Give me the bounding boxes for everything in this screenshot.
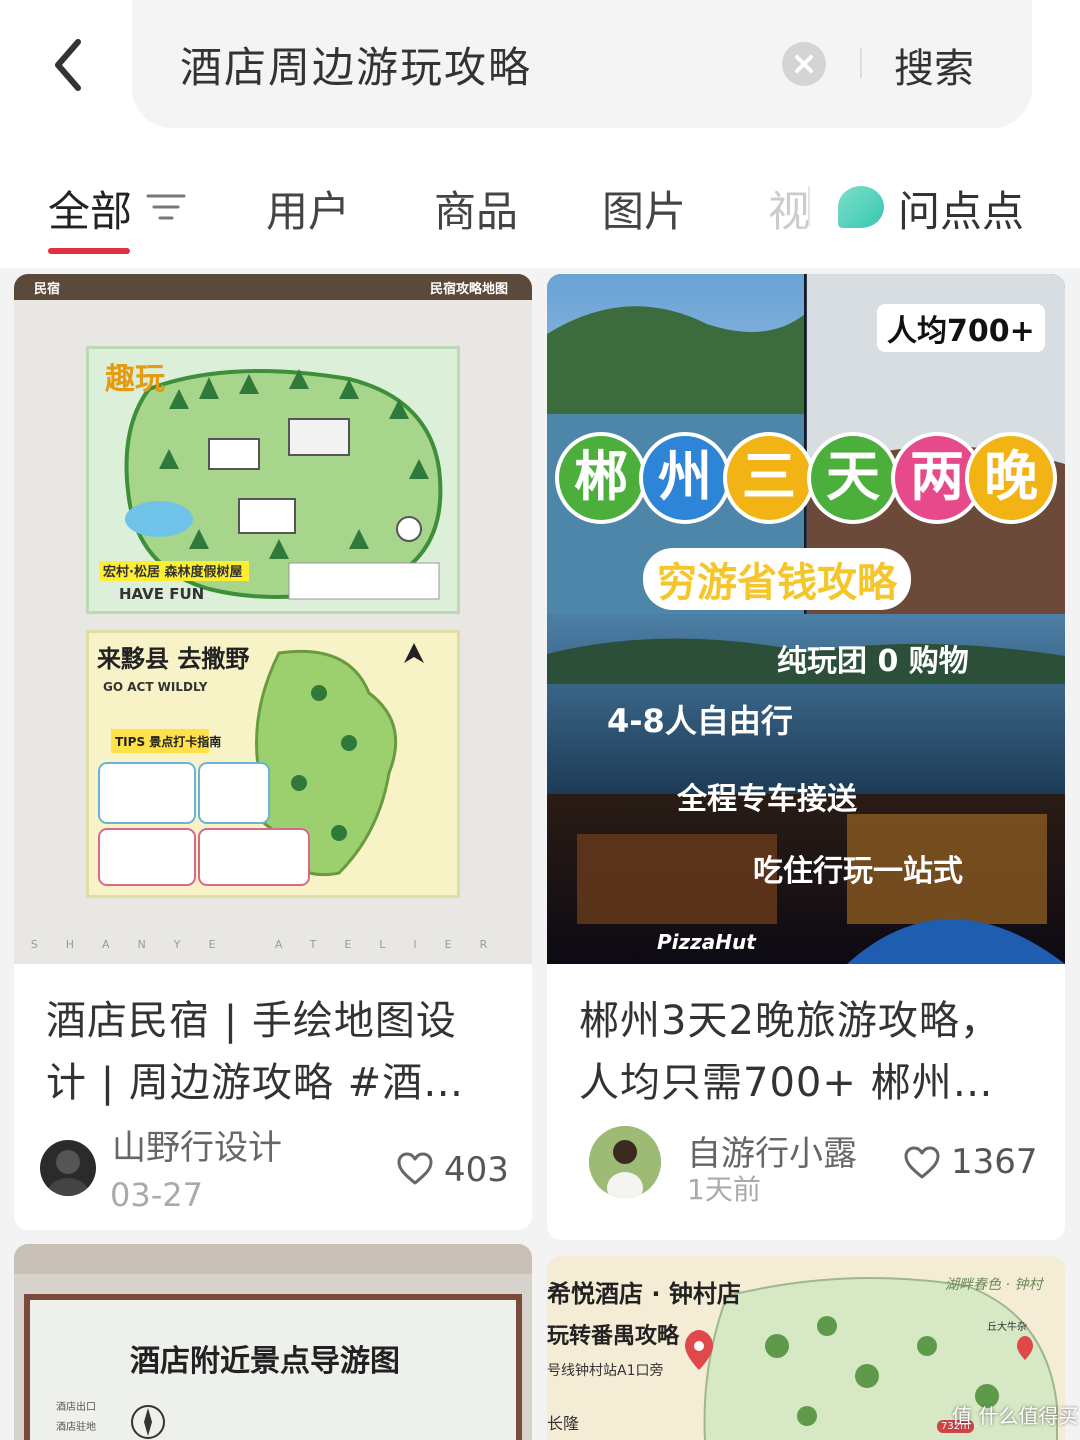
legend-item: 酒店出口 xyxy=(56,1402,96,1413)
active-tab-indicator xyxy=(48,248,130,254)
map1-title: 趣玩 xyxy=(105,362,165,397)
cover-line: 希悦酒店 · 钟村店 xyxy=(547,1280,741,1308)
cover-brand: PizzaHut xyxy=(657,930,756,954)
clear-search-button[interactable] xyxy=(782,42,826,86)
county-map-illustration: 来黟县 去撒野 GO ACT WILDLY TIPS 景点打卡指南 xyxy=(97,643,424,886)
guide-board-heading: 酒店附近景点导游图 xyxy=(130,1344,400,1379)
filter-icon[interactable] xyxy=(146,192,186,222)
card-cover-image[interactable]: 民宿 民宿攻略地图 趣玩 宏村·松居 森林度假树屋 HAVE FUN 来黟县 去… xyxy=(14,274,532,964)
avatar-image xyxy=(48,1150,88,1196)
illustrated-map-bottom: 来黟县 去撒野 GO ACT WILDLY TIPS 景点打卡指南 xyxy=(86,630,460,898)
card-title[interactable]: 郴州3天2晚旅游攻略， 人均只需700+ 郴州… xyxy=(579,990,1001,1114)
site-watermark: 值 什么值得买 xyxy=(952,1404,1079,1428)
legend-item: 酒店驻地 xyxy=(56,1422,96,1433)
card-cover-image[interactable]: 人均700+ 郴 州 三 天 两 晚 穷游省钱攻略 纯玩团 0 购物 4-8人自… xyxy=(547,274,1065,964)
price-tag: 人均700+ xyxy=(877,304,1045,352)
cover-tag: 全程专车接送 xyxy=(677,782,857,817)
like-count: 1367 xyxy=(951,1142,1038,1182)
tab-separator xyxy=(808,186,810,226)
wendiandian-icon[interactable] xyxy=(838,186,884,228)
post-date: 1天前 xyxy=(687,1173,761,1206)
card-cover-image[interactable]: 酒店附近景点导游图 酒店出口 酒店驻地 xyxy=(14,1244,532,1440)
avatar-image xyxy=(589,1126,661,1198)
back-button[interactable] xyxy=(40,30,100,100)
compass-icon xyxy=(131,1405,165,1439)
cover-tag: 吃住行玩一站式 xyxy=(753,854,963,889)
title-bubble: 天 xyxy=(807,432,899,524)
card-title-line: 郴州3天2晚旅游攻略， xyxy=(579,998,1001,1044)
result-card[interactable]: 人均700+ 郴 州 三 天 两 晚 穷游省钱攻略 纯玩团 0 购物 4-8人自… xyxy=(547,274,1065,1240)
card-title-line: 酒店民宿 | 手绘地图设 xyxy=(46,998,457,1044)
cover-line: 长隆 xyxy=(547,1414,580,1433)
heart-icon[interactable] xyxy=(396,1152,434,1186)
avatar[interactable] xyxy=(589,1126,661,1198)
map1-tag: HAVE FUN xyxy=(119,585,204,603)
post-date: 03-27 xyxy=(110,1176,203,1214)
card-title[interactable]: 酒店民宿 | 手绘地图设 计 | 周边游攻略 #酒… xyxy=(46,990,464,1114)
tab-images[interactable]: 图片 xyxy=(602,178,686,239)
top-bar: 酒店周边游玩攻略 搜索 xyxy=(0,0,1080,140)
search-button[interactable]: 搜索 xyxy=(894,36,974,94)
cover-corner-text: 湖畔春色 · 钟村 xyxy=(945,1277,1043,1293)
close-icon xyxy=(795,55,813,73)
title-bubble: 郴 xyxy=(555,432,647,524)
map2-tips: TIPS 景点打卡指南 xyxy=(115,734,221,749)
cover-subtitle: 穷游省钱攻略 xyxy=(643,548,911,610)
result-card[interactable]: 民宿 民宿攻略地图 趣玩 宏村·松居 森林度假树屋 HAVE FUN 来黟县 去… xyxy=(14,274,532,1230)
chevron-left-icon xyxy=(55,39,81,91)
tab-users[interactable]: 用户 xyxy=(266,178,350,239)
cover-tag: 4-8人自由行 xyxy=(607,702,793,740)
title-bubble: 州 xyxy=(639,432,731,524)
tab-bar: 全部 用户 商品 图片 视 问点点 xyxy=(0,140,1080,268)
search-input[interactable]: 酒店周边游玩攻略 xyxy=(180,34,532,95)
map1-subtitle: 宏村·松居 森林度假树屋 xyxy=(103,564,242,580)
cover-watermark: SHANYE ATELIER xyxy=(30,938,516,951)
forest-map-illustration: 趣玩 宏村·松居 森林度假树屋 HAVE FUN xyxy=(99,362,443,603)
illustrated-map-top: 趣玩 宏村·松居 森林度假树屋 HAVE FUN xyxy=(86,346,460,614)
like-count: 403 xyxy=(444,1150,509,1190)
map2-subtitle: GO ACT WILDLY xyxy=(103,680,208,694)
tab-wendiandian[interactable]: 问点点 xyxy=(898,178,1024,239)
cover-frame xyxy=(14,1244,532,1274)
tab-partial[interactable]: 视 xyxy=(768,178,810,239)
cover-line: 玩转番禺攻略 xyxy=(547,1324,680,1349)
avatar[interactable] xyxy=(40,1140,96,1196)
cover-tag: 纯玩团 0 购物 xyxy=(777,644,969,679)
guide-board: 酒店附近景点导游图 酒店出口 酒店驻地 xyxy=(24,1294,522,1440)
author-name[interactable]: 山野行设计 xyxy=(112,1120,282,1169)
cover-title-bubbles: 郴 州 三 天 两 晚 xyxy=(555,432,1057,532)
search-divider xyxy=(860,48,862,78)
card-title-line: 人均只需700+ 郴州… xyxy=(579,1060,994,1106)
search-box[interactable]: 酒店周边游玩攻略 搜索 xyxy=(132,0,1032,128)
cover-line: 号线钟村站A1口旁 xyxy=(547,1363,664,1379)
tab-all[interactable]: 全部 xyxy=(48,178,132,239)
map-label: 丘大牛杂 xyxy=(987,1322,1027,1333)
title-bubble: 三 xyxy=(723,432,815,524)
cover-strip-right: 民宿攻略地图 xyxy=(429,282,508,297)
heart-icon[interactable] xyxy=(903,1146,941,1180)
cover-strip-left: 民宿 xyxy=(34,282,61,297)
map2-title: 来黟县 去撒野 xyxy=(97,645,249,673)
card-title-line: 计 | 周边游攻略 #酒… xyxy=(46,1060,465,1106)
cover-header-strip: 民宿 民宿攻略地图 xyxy=(14,274,532,300)
title-bubble: 晚 xyxy=(965,432,1057,524)
tab-products[interactable]: 商品 xyxy=(434,178,518,239)
result-card[interactable]: 酒店附近景点导游图 酒店出口 酒店驻地 xyxy=(14,1244,532,1440)
